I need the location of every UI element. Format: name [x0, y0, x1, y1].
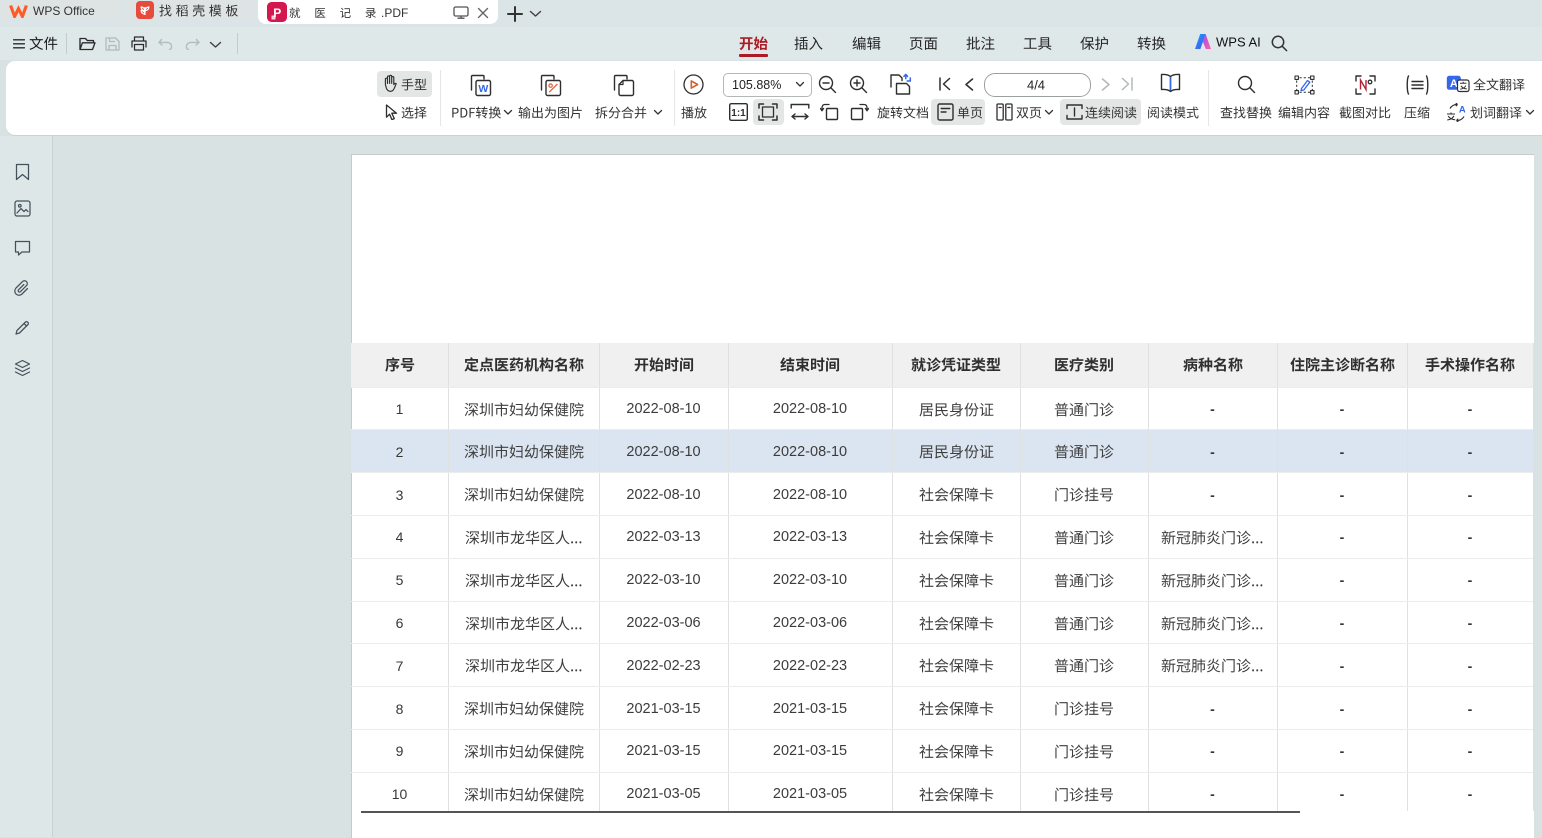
svg-text:1:1: 1:1	[731, 108, 746, 119]
svg-text:P: P	[273, 6, 281, 20]
svg-text:A: A	[1459, 105, 1466, 116]
svg-text:A: A	[1450, 78, 1458, 90]
svg-text:W: W	[478, 83, 488, 95]
